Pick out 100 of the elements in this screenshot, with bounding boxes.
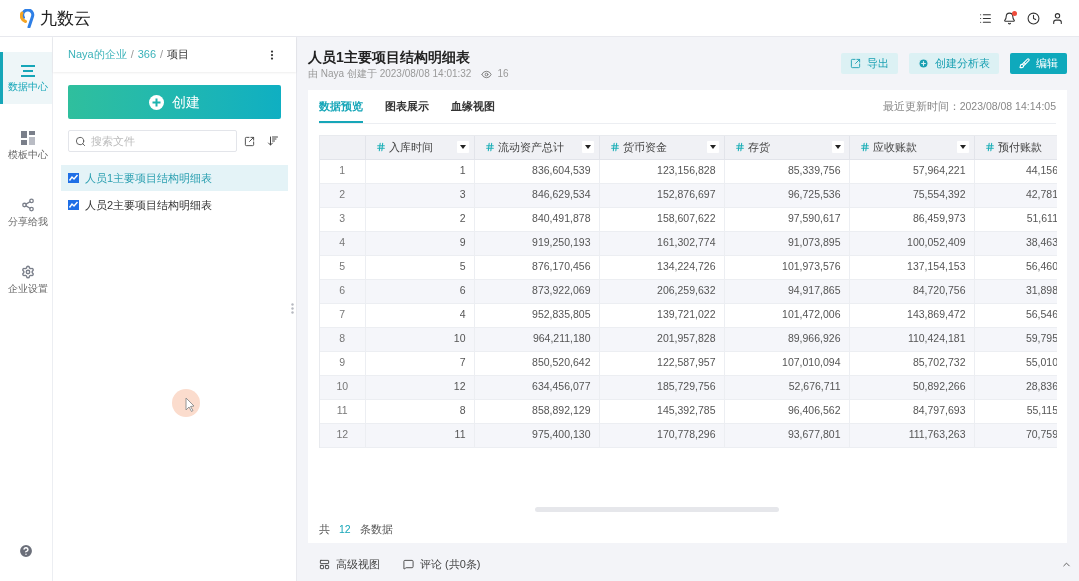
hash-icon (609, 142, 620, 153)
table-cell: 185,729,756 (599, 375, 724, 399)
row-number: 2 (320, 183, 365, 207)
column-menu-button[interactable] (831, 141, 844, 154)
table-cell: 50,892,266 (849, 375, 974, 399)
search-field[interactable]: 搜索文件 (68, 130, 237, 152)
column-menu-button[interactable] (706, 141, 719, 154)
table-cell: 4 (365, 303, 474, 327)
bell-icon[interactable] (1003, 11, 1016, 25)
table-cell: 101,973,576 (724, 255, 849, 279)
breadcrumb-current: 项目 (167, 47, 190, 63)
sort-icon[interactable] (267, 135, 279, 147)
brush-icon (1019, 58, 1030, 69)
table-cell: 836,604,539 (474, 159, 599, 183)
row-number: 10 (320, 375, 365, 399)
comment-icon (403, 559, 414, 570)
table-cell: 85,702,732 (849, 351, 974, 375)
logo-text: 九数云 (40, 9, 91, 27)
action-button[interactable]: 编辑 (1010, 53, 1067, 74)
tab[interactable]: 图表展示 (385, 90, 429, 123)
caret-icon (709, 145, 716, 150)
help-icon[interactable] (18, 543, 34, 559)
hash-icon (484, 142, 495, 153)
table-cell: 964,211,180 (474, 327, 599, 351)
column-label: 入库时间 (388, 140, 433, 155)
table-cell: 111,763,263 (849, 423, 974, 447)
table-cell: 8 (365, 399, 474, 423)
table-cell: 161,302,774 (599, 231, 724, 255)
line-chart-icon (68, 200, 79, 210)
total-label: 条数据 (359, 522, 393, 538)
table-cell: 170,778,296 (599, 423, 724, 447)
table-cell: 876,170,456 (474, 255, 599, 279)
table-cell: 9 (365, 231, 474, 255)
row-number: 8 (320, 327, 365, 351)
file-item[interactable]: 人员2主要项目结构明细表 (61, 192, 288, 218)
table-cell: 96,725,536 (724, 183, 849, 207)
table-cell: 873,922,069 (474, 279, 599, 303)
table-cell: 101,472,006 (724, 303, 849, 327)
plus-circle-icon (918, 58, 929, 69)
file-item[interactable]: 人员1主要项目结构明细表 (61, 165, 288, 191)
report-title: 人员1主要项目结构明细表 (308, 49, 471, 65)
column-menu-button[interactable] (956, 141, 969, 154)
create-button[interactable]: 创建 (68, 85, 281, 119)
table-cell: 11 (365, 423, 474, 447)
table-cell: 96,406,562 (724, 399, 849, 423)
tab[interactable]: 数据预览 (319, 90, 363, 123)
total-label: 共 (319, 522, 330, 538)
table-cell: 134,224,726 (599, 255, 724, 279)
table-cell: 107,010,094 (724, 351, 849, 375)
table-cell: 634,456,077 (474, 375, 599, 399)
table-cell: 100,052,409 (849, 231, 974, 255)
row-number: 9 (320, 351, 365, 375)
list-icon[interactable] (979, 11, 992, 25)
logo-icon (20, 8, 35, 28)
settings-icon (20, 264, 35, 279)
hash-icon (859, 142, 870, 153)
caret-icon (834, 145, 841, 150)
horizontal-scrollbar[interactable] (535, 507, 779, 512)
bottom-tab[interactable]: 高级视图 (319, 556, 380, 573)
table-cell: 7 (365, 351, 474, 375)
search-icon (75, 135, 86, 147)
table-cell: 5 (365, 255, 474, 279)
breadcrumb-separator: / (130, 47, 134, 63)
table-cell: 89,966,926 (724, 327, 849, 351)
column-label: 流动资产总计 (497, 140, 564, 155)
export-icon[interactable] (244, 135, 255, 147)
cursor-icon (172, 389, 200, 417)
nav-item[interactable]: 数据中心 (0, 52, 52, 104)
clock-icon[interactable] (1027, 11, 1040, 25)
nav-item[interactable]: 企业设置 (0, 253, 52, 305)
table-cell: 137,154,153 (849, 255, 974, 279)
action-button[interactable]: 导出 (841, 53, 898, 74)
nav-item[interactable]: 模板中心 (0, 119, 52, 171)
table-cell: 6 (365, 279, 474, 303)
table-cell: 201,957,828 (599, 327, 724, 351)
nav-item[interactable]: 分享给我 (0, 186, 52, 238)
user-icon[interactable] (1051, 11, 1064, 25)
plus-circle-icon (149, 94, 164, 110)
row-number: 11 (320, 399, 365, 423)
table-cell: 3 (365, 183, 474, 207)
row-number: 12 (320, 423, 365, 447)
action-button[interactable]: 创建分析表 (909, 53, 999, 74)
row-number: 6 (320, 279, 365, 303)
table-cell: 152,876,697 (599, 183, 724, 207)
column-menu-button[interactable] (456, 141, 469, 154)
column-menu-button[interactable] (581, 141, 594, 154)
column-label: 应收账款 (872, 140, 917, 155)
drag-handle-icon[interactable] (291, 303, 294, 314)
bottom-tab[interactable]: 评论 (共0条) (403, 556, 481, 573)
line-chart-icon (68, 173, 79, 183)
tab[interactable]: 血缘视图 (451, 90, 495, 123)
breadcrumb-link[interactable]: 366 (137, 46, 157, 63)
table-cell: 846,629,534 (474, 183, 599, 207)
table-cell: 143,869,472 (849, 303, 974, 327)
total-count: 12 (339, 522, 351, 538)
table-cell: 145,392,785 (599, 399, 724, 423)
table-cell: 10 (365, 327, 474, 351)
breadcrumb-link[interactable]: Naya的企业 (68, 46, 127, 63)
breadcrumb-separator: / (160, 47, 164, 63)
column-label: 预付账款 (997, 140, 1042, 155)
